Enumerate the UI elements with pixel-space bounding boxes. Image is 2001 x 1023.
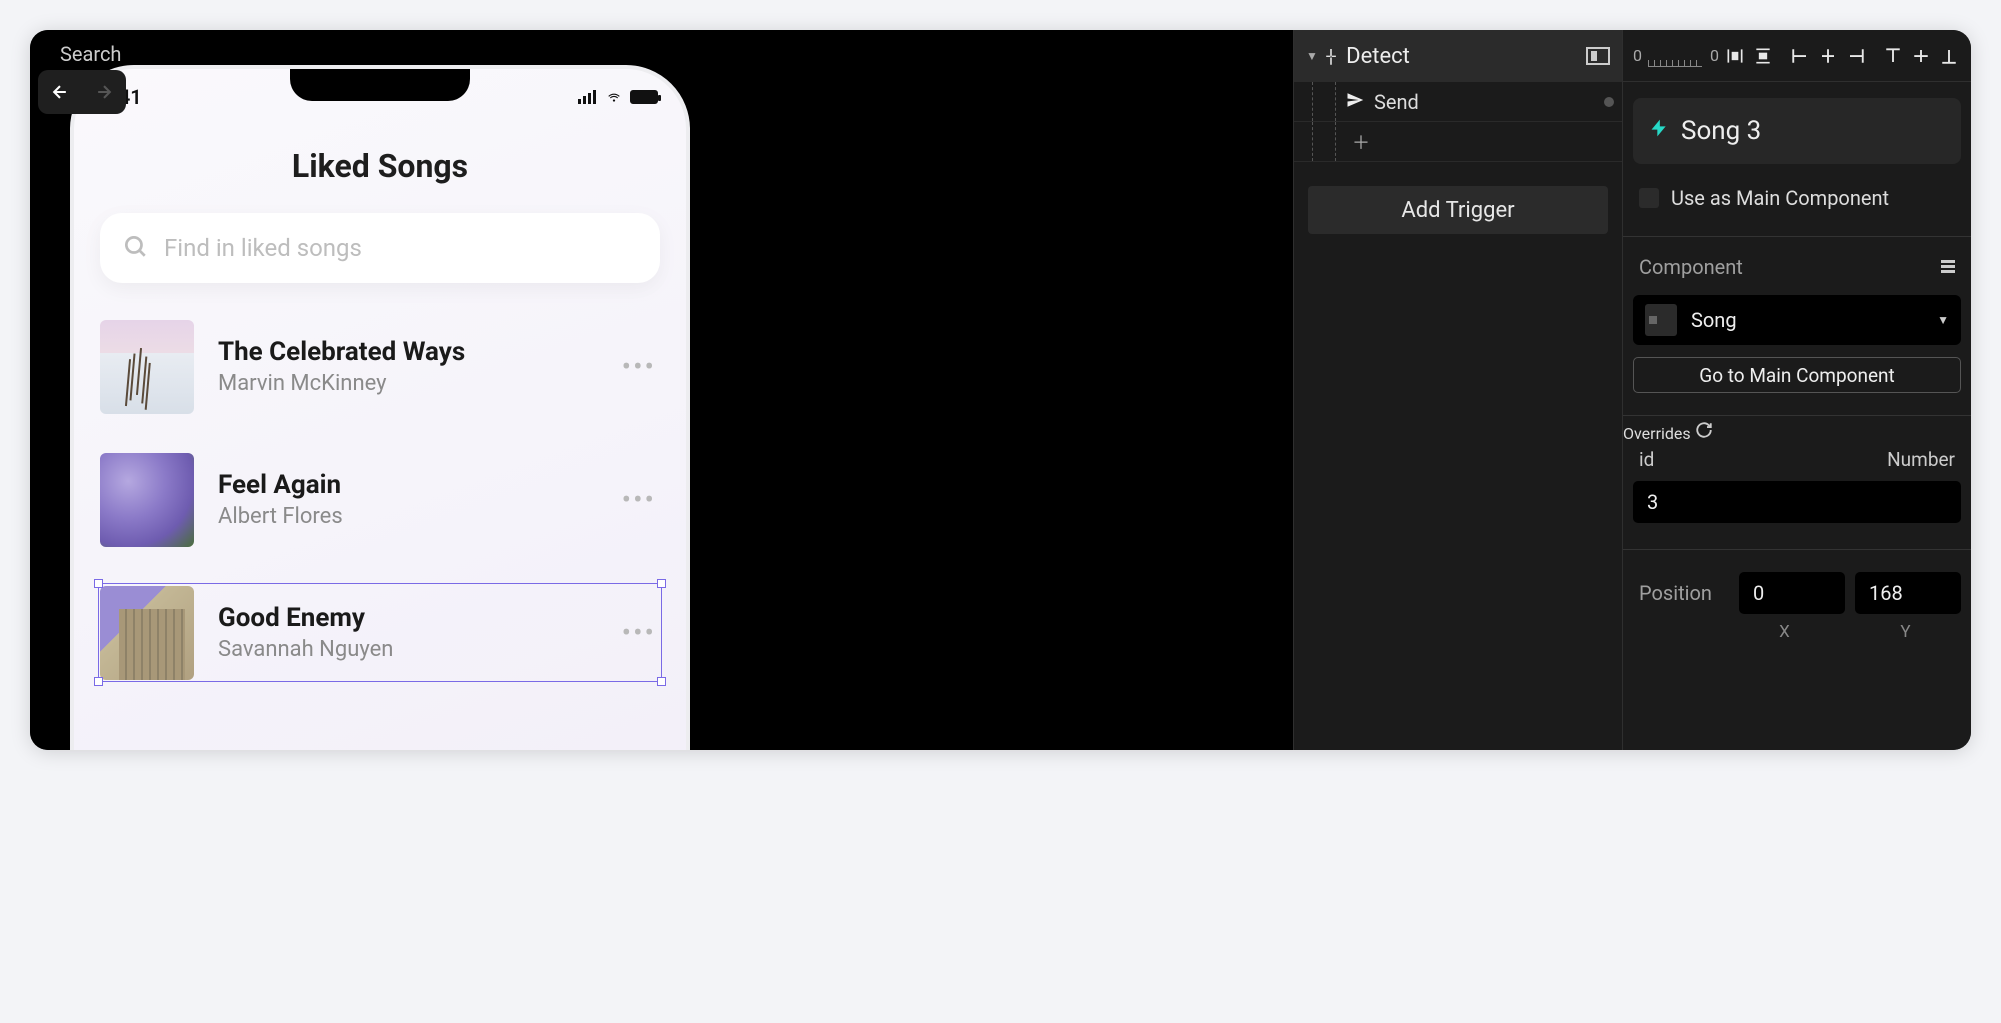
plus-icon: ＋ (1346, 129, 1370, 155)
align-center-v-icon[interactable] (1909, 44, 1933, 68)
tree-item-label: Send (1374, 90, 1419, 114)
x-label: X (1729, 622, 1840, 642)
detect-icon: -¦- (1326, 46, 1334, 67)
song-artist: Marvin McKinney (218, 371, 622, 396)
song-title: Feel Again (218, 470, 622, 500)
distribute-horizontal-icon[interactable] (1723, 44, 1747, 68)
component-section-header: Component (1623, 241, 1971, 289)
app-window: Search 9:41 Liked Songs (30, 30, 1971, 750)
inspector-panel: 0 0 Song 3 (1623, 30, 1971, 750)
song-title: The Celebrated Ways (218, 337, 622, 367)
search-icon (122, 233, 148, 263)
detect-header[interactable]: ▼ -¦- Detect (1294, 30, 1622, 82)
forward-button[interactable] (82, 70, 126, 114)
more-icon[interactable]: ••• (622, 616, 660, 649)
more-icon[interactable]: ••• (622, 483, 660, 516)
distribute-group (1723, 44, 1775, 68)
status-dot-icon (1604, 97, 1614, 107)
song-list: The Celebrated Ways Marvin McKinney ••• … (74, 319, 686, 680)
song-row[interactable]: The Celebrated Ways Marvin McKinney ••• (100, 319, 660, 414)
refresh-icon[interactable] (1695, 420, 1713, 444)
ruler-align-row: 0 0 (1623, 30, 1971, 82)
goto-main-button[interactable]: Go to Main Component (1633, 357, 1961, 393)
chevron-down-icon: ▼ (1937, 313, 1949, 327)
wifi-icon (604, 85, 624, 109)
back-button[interactable] (38, 70, 82, 114)
override-value: 3 (1647, 490, 1658, 514)
album-art (100, 586, 194, 680)
overrides-header-label: Overrides (1623, 424, 1691, 443)
align-h-group (1788, 44, 1868, 68)
align-v-group (1881, 44, 1961, 68)
ruler-ticks (1648, 53, 1702, 67)
detect-label: Detect (1346, 44, 1574, 69)
ruler-num-b: 0 (1710, 46, 1719, 65)
album-art (100, 453, 194, 547)
use-main-label: Use as Main Component (1671, 186, 1889, 210)
position-x-value: 0 (1753, 581, 1764, 605)
override-type: Number (1887, 448, 1955, 471)
song-row[interactable]: Feel Again Albert Flores ••• (100, 452, 660, 547)
signal-icon (578, 85, 598, 109)
component-select-value: Song (1691, 308, 1923, 332)
override-row: id Number (1623, 444, 1971, 481)
checkbox[interactable] (1639, 188, 1659, 208)
goto-main-label: Go to Main Component (1699, 364, 1894, 387)
more-icon[interactable]: ••• (622, 350, 660, 383)
tree-add-item[interactable]: ＋ (1294, 122, 1622, 162)
song-row-selected[interactable]: Good Enemy Savannah Nguyen ••• (100, 585, 660, 680)
search-placeholder: Find in liked songs (164, 234, 362, 262)
component-badge[interactable]: Song 3 (1633, 98, 1961, 164)
component-select[interactable]: Song ▼ (1633, 295, 1961, 345)
position-row: Position 0 168 (1623, 554, 1971, 618)
panel-layout-icon[interactable] (1586, 47, 1610, 65)
chevron-down-icon[interactable]: ▼ (1306, 49, 1318, 63)
canvas-area[interactable]: Search 9:41 Liked Songs (30, 30, 1293, 750)
phone-mockup: 9:41 Liked Songs Find in liked songs (70, 65, 690, 750)
search-input[interactable]: Find in liked songs (100, 213, 660, 283)
album-art (100, 320, 194, 414)
song-title: Good Enemy (218, 603, 622, 633)
song-text: Feel Again Albert Flores (218, 470, 622, 529)
tree-indent (1312, 82, 1336, 121)
song-text: The Celebrated Ways Marvin McKinney (218, 337, 622, 396)
distribute-vertical-icon[interactable] (1751, 44, 1775, 68)
add-trigger-label: Add Trigger (1401, 198, 1514, 223)
canvas-nav (38, 70, 126, 114)
ruler-num-a: 0 (1633, 46, 1642, 65)
position-sublabels: X Y (1623, 618, 1971, 642)
use-main-checkbox-row[interactable]: Use as Main Component (1623, 164, 1971, 232)
override-key: id (1639, 448, 1654, 471)
bolt-icon (1649, 117, 1669, 145)
section-menu-icon[interactable] (1941, 260, 1955, 274)
phone-notch (290, 69, 470, 101)
search-label[interactable]: Search (60, 42, 121, 66)
align-left-icon[interactable] (1788, 44, 1812, 68)
send-icon (1346, 90, 1364, 114)
y-label: Y (1850, 622, 1961, 642)
song-text: Good Enemy Savannah Nguyen (218, 603, 622, 662)
song-artist: Albert Flores (218, 504, 622, 529)
tree-item-send[interactable]: Send (1294, 82, 1622, 122)
position-y-input[interactable]: 168 (1855, 572, 1961, 614)
page-title: Liked Songs (74, 147, 686, 185)
song-artist: Savannah Nguyen (218, 637, 622, 662)
component-badge-label: Song 3 (1681, 116, 1761, 146)
position-x-input[interactable]: 0 (1739, 572, 1845, 614)
align-right-icon[interactable] (1844, 44, 1868, 68)
tree-indent (1312, 122, 1336, 161)
add-trigger-button[interactable]: Add Trigger (1308, 186, 1608, 234)
component-header-label: Component (1639, 255, 1743, 279)
component-thumb-icon (1645, 304, 1677, 336)
override-value-input[interactable]: 3 (1633, 481, 1961, 523)
align-top-icon[interactable] (1881, 44, 1905, 68)
battery-icon (630, 90, 658, 104)
triggers-panel: ▼ -¦- Detect Send ＋ Add Trigger (1293, 30, 1623, 750)
align-center-h-icon[interactable] (1816, 44, 1840, 68)
position-y-value: 168 (1869, 581, 1903, 605)
overrides-section-header: Overrides (1623, 420, 1971, 444)
align-bottom-icon[interactable] (1937, 44, 1961, 68)
position-label: Position (1639, 581, 1729, 605)
